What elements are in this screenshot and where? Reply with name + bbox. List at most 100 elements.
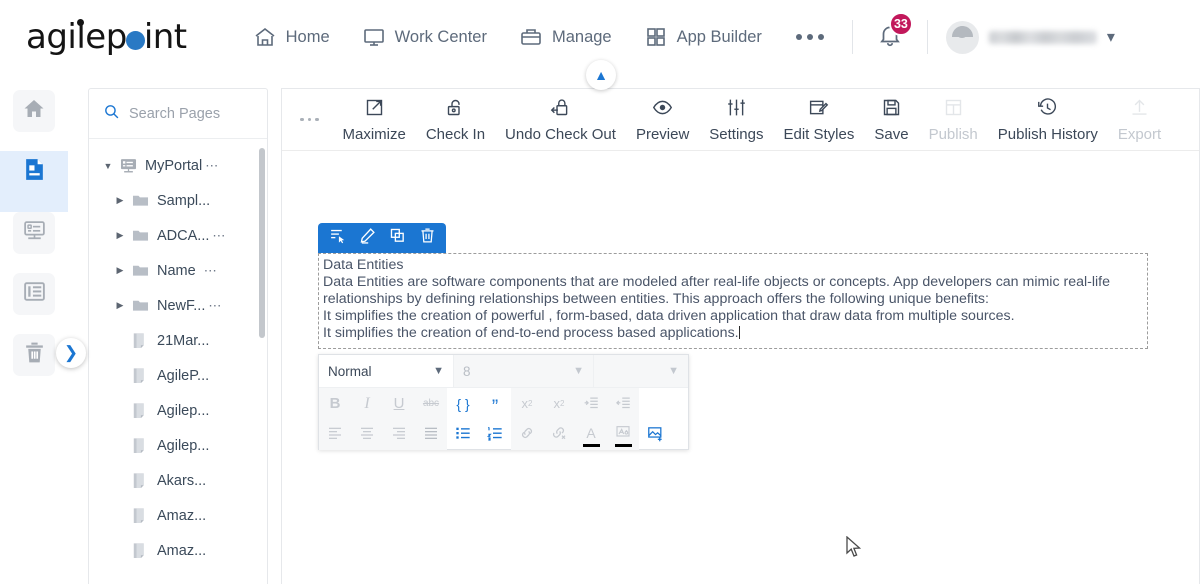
tree-item-adca[interactable]: ▶ ADCA... ⋯ [89,218,267,253]
tree-item-page-4[interactable]: Agilep... [89,428,267,463]
twisty-down-icon[interactable]: ▼ [97,161,119,171]
tree-item-menu[interactable]: ⋯ [208,298,222,314]
folder-icon [131,296,150,315]
nav-more-button[interactable] [778,24,842,50]
code-block-button[interactable]: { } [447,388,479,419]
rail-item-layouts[interactable] [13,273,55,315]
rail-item-pages[interactable] [13,151,55,193]
background-color-swatch [614,443,632,447]
toolbar-undo-check-out[interactable]: Undo Check Out [495,93,626,147]
agilepoint-logo[interactable]: agilep int [26,19,187,54]
toolbar-edit-styles[interactable]: Edit Styles [774,93,865,147]
tree-item-label: Amaz... [157,507,207,524]
outdent-button[interactable] [607,388,639,419]
select-parent-button[interactable] [322,223,352,253]
tree-item-newf[interactable]: ▶ NewF... ⋯ [89,288,267,323]
indent-button[interactable] [575,388,607,419]
bullet-list-button[interactable] [447,419,479,450]
dot [817,34,824,40]
bold-button[interactable]: B [319,388,351,419]
user-menu[interactable]: ▾ [938,17,1123,58]
nav-item-home[interactable]: Home [237,19,346,55]
toolbar-publish-history[interactable]: Publish History [988,93,1108,147]
background-color-button[interactable] [607,419,639,450]
notifications-button[interactable]: 33 [863,11,917,59]
twisty-right-icon[interactable]: ▶ [109,195,131,206]
content-paragraph-3: It simplifies the creation of end-to-end… [323,325,740,341]
rte-group-spacer [639,388,688,419]
search-input[interactable] [129,105,249,122]
align-center-icon [359,425,375,444]
toolbar-settings[interactable]: Settings [699,93,773,147]
toolbar-preview[interactable]: Preview [626,93,699,147]
toolbar-maximize[interactable]: Maximize [333,93,416,147]
pages-tree-scrollbar[interactable] [259,148,265,338]
blockquote-button[interactable]: ” [479,388,511,419]
tree-item-menu[interactable]: ⋯ [205,158,219,174]
edit-button[interactable] [352,223,382,253]
strikethrough-button[interactable]: abc [415,388,447,419]
rte-select-row: Normal ▼ 8 ▼ ▼ [319,355,688,388]
rich-text-content-block[interactable]: Data Entities Data Entities are software… [318,253,1148,349]
rail-slot-recycle-bin [0,334,68,395]
tree-item-sampl[interactable]: ▶ Sampl... [89,183,267,218]
background-color-icon [615,425,631,443]
sliders-icon [726,97,747,122]
tree-item-label: MyPortal [145,157,203,174]
rte-group-align [319,419,447,450]
rich-text-editor-toolbar: Normal ▼ 8 ▼ ▼ B I U abc {} ” x 2 x 2 A [318,354,689,450]
rail-item-data-entities[interactable] [13,212,55,254]
design-stage[interactable]: Data Entities Data Entities are software… [282,151,1199,583]
twisty-right-icon[interactable]: ▶ [109,300,131,311]
superscript-button[interactable]: x2 [511,388,543,419]
text-color-button[interactable]: A [575,419,607,450]
content-paragraph-2: It simplifies the creation of powerful ,… [323,308,1015,324]
align-right-button[interactable] [383,419,415,450]
insert-link-button[interactable] [511,419,543,450]
rte-group-basic: B I U abc [319,388,447,419]
rail-item-recycle-bin[interactable] [13,334,55,376]
duplicate-button[interactable] [382,223,412,253]
left-icon-rail: ❯ [0,74,86,584]
tree-item-page-1[interactable]: 21Mar... [89,323,267,358]
twisty-right-icon[interactable]: ▶ [109,265,131,276]
tree-item-page-6[interactable]: Amaz... [89,498,267,533]
nav-item-app-builder[interactable]: App Builder [628,19,778,55]
subscript-button[interactable]: x2 [543,388,575,419]
main-nav: Home Work Center Manage App Builder [237,19,842,55]
align-left-button[interactable] [319,419,351,450]
rte-group-code: { } ” [447,388,511,419]
collapse-header-button[interactable]: ▲ [586,60,616,90]
insert-image-button[interactable] [639,419,671,450]
tree-item-name[interactable]: ▶ Name ⋯ [89,253,267,288]
unlock-icon [445,97,466,122]
header-divider-1 [851,20,853,54]
underline-button[interactable]: U [383,388,415,419]
tree-item-page-2[interactable]: AgileP... [89,358,267,393]
unlink-icon [551,425,567,444]
numbered-list-button[interactable] [479,419,511,450]
nav-item-work-center[interactable]: Work Center [346,19,503,55]
tree-item-page-7[interactable]: Amaz... [89,533,267,568]
tree-item-label: Name [157,262,196,279]
tree-item-menu[interactable]: ⋯ [212,228,226,244]
toolbar-overflow-button[interactable] [288,117,333,122]
tree-item-page-3[interactable]: Agilep... [89,393,267,428]
toolbar-save[interactable]: Save [864,93,918,147]
rail-expand-button[interactable]: ❯ [56,338,86,368]
tree-item-page-5[interactable]: Akars... [89,463,267,498]
tree-item-myportal[interactable]: ▼ MyPortal ⋯ [89,148,267,183]
rail-item-home[interactable] [13,90,55,132]
nav-item-manage[interactable]: Manage [503,19,628,55]
delete-button[interactable] [412,223,442,253]
tree-item-menu[interactable]: ⋯ [204,263,218,279]
remove-link-button[interactable] [543,419,575,450]
twisty-right-icon[interactable]: ▶ [109,230,131,241]
italic-button[interactable]: I [351,388,383,419]
align-justify-button[interactable] [415,419,447,450]
align-center-button[interactable] [351,419,383,450]
format-select[interactable]: Normal ▼ [319,355,454,387]
toolbar-check-in[interactable]: Check In [416,93,495,147]
folder-icon [131,226,150,245]
history-icon [1037,97,1058,122]
